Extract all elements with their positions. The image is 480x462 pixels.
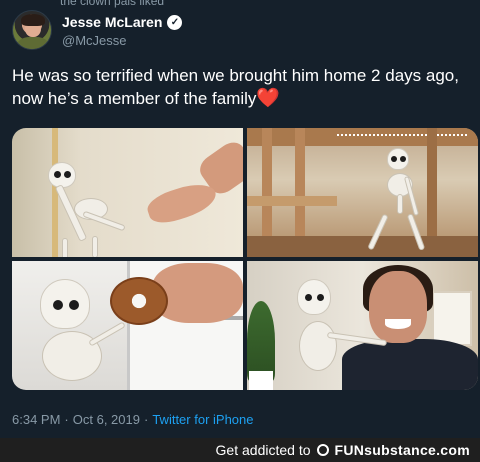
verified-badge-icon: ✓ (167, 14, 183, 30)
wood-floor (247, 236, 478, 257)
meta-separator: · (143, 412, 149, 427)
skeleton-leg (92, 236, 98, 257)
plant-pot (249, 371, 273, 390)
skeleton-ribcage (299, 321, 337, 371)
skeleton-skull (387, 148, 409, 170)
author-handle[interactable]: @McJesse (62, 33, 127, 48)
heart-emoji-icon: ❤️ (256, 88, 281, 109)
watermark-text: Get addicted to (215, 442, 311, 458)
author-name-row: Jesse McLaren ✓ (62, 14, 183, 30)
skeleton-skull (297, 279, 331, 315)
skull-eye (391, 156, 397, 162)
skull-eye (400, 156, 406, 162)
skeleton-eating-donut-photo[interactable] (12, 261, 243, 390)
string-lights (337, 134, 467, 144)
author-display-name[interactable]: Jesse McLaren (62, 14, 162, 30)
tweet-body: He was so terrified when we brought him … (12, 66, 459, 108)
skeleton-leg (62, 238, 68, 257)
skull-eye (317, 294, 324, 301)
skull-eye (64, 171, 71, 178)
watermark-bar: Get addicted to FUNsubstance.com (0, 438, 480, 462)
skull-eye (54, 171, 61, 178)
skeleton-under-loft-bed-photo[interactable] (247, 128, 478, 257)
tweet-header: Jesse McLaren ✓ @McJesse (12, 10, 468, 54)
tweet-time[interactable]: 6:34 PM (12, 412, 60, 427)
window (432, 291, 472, 346)
man-body (342, 339, 478, 390)
tweet-date[interactable]: Oct 6, 2019 (73, 412, 140, 427)
tweet-source-link[interactable]: Twitter for iPhone (152, 412, 253, 427)
avatar-shirt (17, 37, 49, 49)
meta-separator: · (64, 412, 69, 427)
tweet-meta: 6:34 PM · Oct 6, 2019 · Twitter for iPho… (12, 412, 253, 427)
skull-eye (305, 294, 312, 301)
wood-shelf (247, 196, 337, 206)
skeleton-skull (48, 162, 76, 188)
human-hand-reaching (144, 177, 220, 229)
funsubstance-logo-icon (316, 444, 329, 456)
skull-eye (53, 300, 63, 310)
skeleton-arm (88, 321, 126, 347)
skeleton-skull (40, 279, 90, 329)
house-plant (247, 301, 275, 381)
skeleton-spine (397, 194, 403, 214)
skeleton-hiding-corner-photo[interactable] (12, 128, 243, 257)
previous-tweet-cutoff-text: the clown pals liked (60, 0, 165, 8)
skull-eye (69, 300, 79, 310)
man-smile (385, 319, 411, 329)
skeleton-with-man-selfie-photo[interactable] (247, 261, 478, 390)
donut (110, 277, 168, 325)
watermark-logo: FUNsubstance.com (334, 442, 470, 458)
tweet-media-grid (12, 128, 478, 390)
man-face (369, 271, 427, 343)
author-avatar[interactable] (12, 10, 52, 50)
avatar-hair (21, 14, 45, 26)
tweet-text: He was so terrified when we brought him … (12, 64, 468, 110)
